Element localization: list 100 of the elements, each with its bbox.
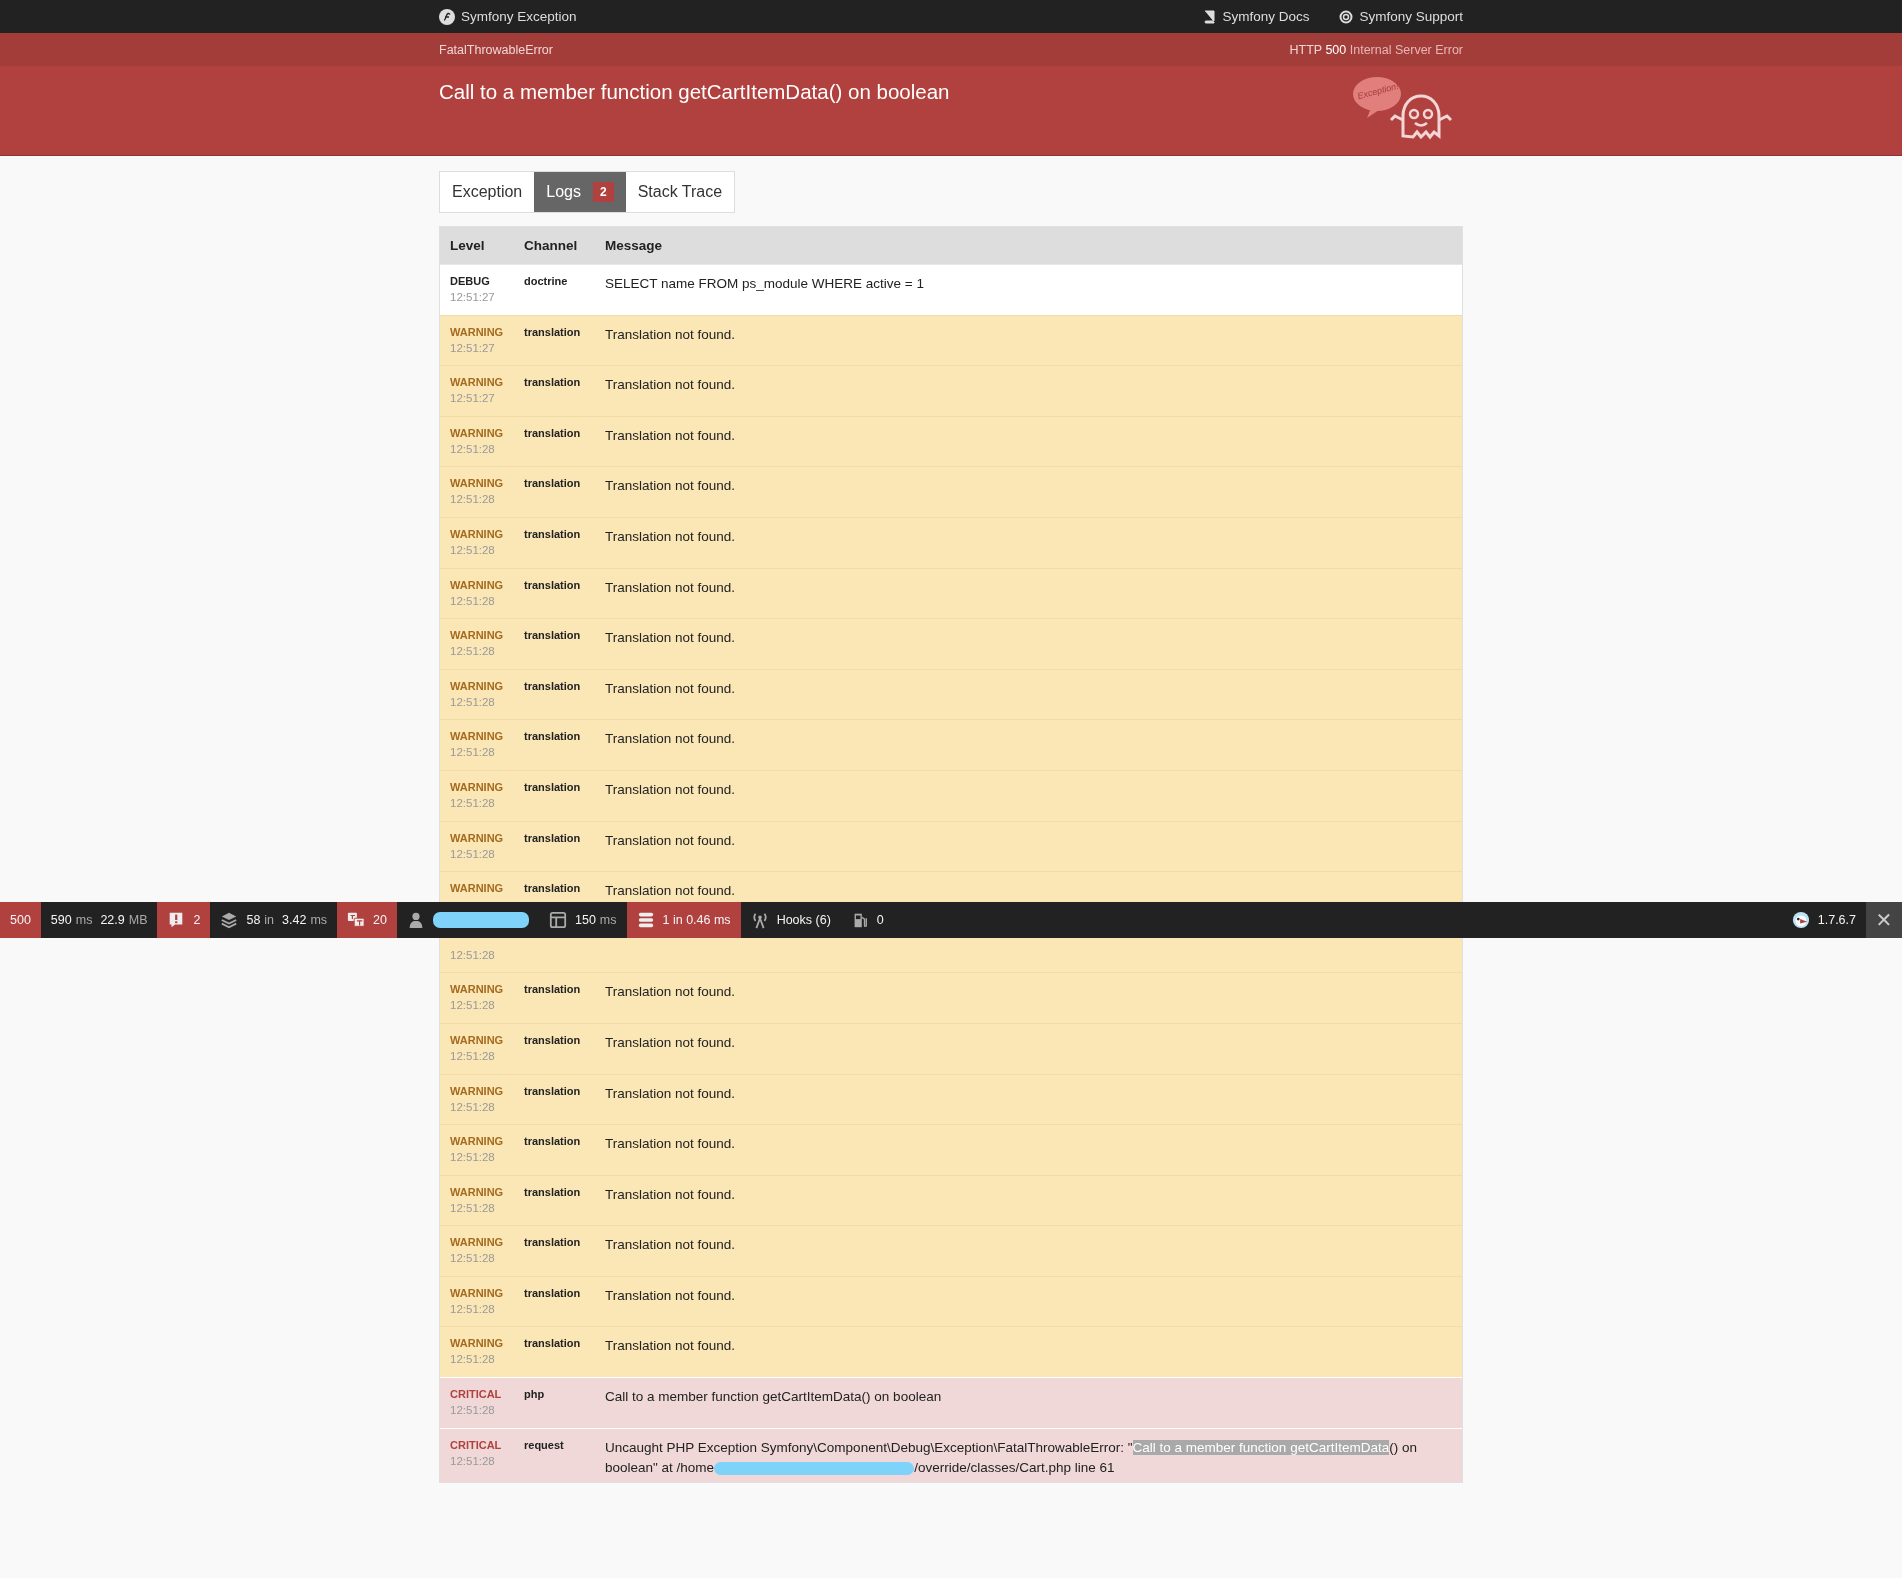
log-time: 12:51:27 bbox=[450, 341, 495, 354]
log-message: Translation not found. bbox=[605, 1135, 737, 1154]
count-badge: 2 bbox=[592, 182, 614, 202]
log-message: Translation not found. bbox=[605, 325, 737, 344]
log-channel: translation bbox=[524, 578, 581, 591]
log-time: 12:51:28 bbox=[450, 999, 495, 1012]
log-time: 12:51:28 bbox=[450, 746, 495, 759]
log-level: WARNING bbox=[450, 527, 504, 540]
log-time: 12:51:28 bbox=[450, 1404, 495, 1417]
log-level: WARNING bbox=[450, 1033, 504, 1046]
toolbar-value: 58 in bbox=[246, 913, 275, 927]
log-time: 12:51:28 bbox=[450, 1100, 495, 1113]
log-message: Translation not found. bbox=[605, 1033, 737, 1052]
log-message: Translation not found. bbox=[605, 1236, 737, 1255]
log-message: Translation not found. bbox=[605, 780, 737, 799]
log-message: Translation not found. bbox=[605, 730, 737, 749]
log-time: 12:51:28 bbox=[450, 442, 495, 455]
log-message: Translation not found. bbox=[605, 1084, 737, 1103]
log-level: WARNING bbox=[450, 1236, 504, 1249]
toolbar-item[interactable]: 0 bbox=[840, 902, 894, 938]
toolbar-item[interactable]: Hooks (6) bbox=[740, 902, 841, 938]
log-channel: translation bbox=[524, 629, 581, 642]
toolbar-value: 3.42 ms bbox=[282, 913, 328, 927]
user-icon bbox=[407, 911, 425, 929]
top-link[interactable]: Symfony Support bbox=[1339, 9, 1463, 24]
column-header: Channel bbox=[524, 238, 579, 253]
log-time: 12:51:28 bbox=[450, 645, 495, 658]
column-header: Message bbox=[605, 238, 664, 253]
log-level: WARNING bbox=[450, 578, 504, 591]
log-time: 12:51:28 bbox=[450, 1252, 495, 1265]
log-level: WARNING bbox=[450, 477, 504, 490]
toolbar-item[interactable]: 150 ms bbox=[539, 902, 627, 938]
log-channel: translation bbox=[524, 1084, 581, 1097]
close-button[interactable]: ✕ bbox=[1866, 902, 1902, 938]
log-time: 12:51:28 bbox=[450, 1454, 495, 1467]
translate-icon bbox=[347, 911, 366, 929]
log-channel: translation bbox=[524, 325, 581, 338]
log-level: WARNING bbox=[450, 780, 504, 793]
log-channel: translation bbox=[524, 527, 581, 540]
log-message: Translation not found. bbox=[605, 1286, 737, 1305]
log-message: Translation not found. bbox=[605, 527, 737, 546]
log-message: Translation not found. bbox=[605, 679, 737, 698]
log-channel: translation bbox=[524, 882, 581, 895]
log-time: 12:51:28 bbox=[450, 1201, 495, 1214]
log-level: WARNING bbox=[450, 376, 504, 389]
database-icon bbox=[636, 911, 655, 929]
toolbar-item[interactable]: 20 bbox=[337, 902, 397, 938]
log-channel: translation bbox=[524, 1337, 581, 1350]
symfony-logo-icon bbox=[439, 8, 455, 25]
log-time: 12:51:28 bbox=[450, 796, 495, 809]
app-title: Symfony Exception bbox=[461, 9, 577, 24]
log-time: 12:51:27 bbox=[450, 291, 495, 303]
column-header: Level bbox=[449, 238, 486, 253]
log-message: SELECT name FROM ps_module WHERE active = 1 bbox=[605, 275, 925, 293]
toolbar-value: 20 bbox=[373, 913, 387, 927]
log-time: 12:51:27 bbox=[450, 392, 495, 405]
log-channel: translation bbox=[524, 780, 581, 793]
toolbar-value: 590 ms bbox=[50, 913, 93, 927]
toolbar-value: 500 bbox=[10, 913, 31, 927]
version-number: 1.7.6.7 bbox=[1817, 913, 1856, 927]
toolbar-item[interactable]: 500 bbox=[0, 902, 41, 938]
log-message: Translation not found. bbox=[605, 983, 737, 1002]
version-item[interactable]: 1.7.6.7 bbox=[1781, 902, 1866, 938]
log-message: Uncaught PHP Exception Symfony\Component\Debug\Exception\FatalThrowableError: "Call to a member function getCartItemData() on boolean" at /home /override/classes/Cart.php line 61 bbox=[605, 1438, 1418, 1477]
log-channel: translation bbox=[524, 426, 581, 439]
log-level: WARNING bbox=[450, 730, 504, 743]
toolbar-item[interactable]: 1 in 0.46 ms bbox=[626, 902, 741, 938]
exception-message: Call to a member function getCartItemData() on boolean bbox=[439, 79, 950, 104]
layers-icon bbox=[220, 911, 239, 929]
log-level: WARNING bbox=[450, 1135, 504, 1148]
log-message: Translation not found. bbox=[605, 426, 737, 445]
exception-class: FatalThrowableError bbox=[439, 42, 553, 57]
tab[interactable]: Logs 2 bbox=[534, 172, 626, 212]
log-level: WARNING bbox=[450, 426, 504, 439]
log-channel: translation bbox=[524, 983, 581, 996]
top-link[interactable]: Symfony Docs bbox=[1202, 9, 1310, 24]
log-message: Translation not found. bbox=[605, 629, 737, 648]
toolbar-item[interactable]: 58 in 3.42 ms bbox=[210, 902, 338, 938]
log-level: DEBUG bbox=[450, 275, 490, 287]
log-channel: translation bbox=[524, 730, 581, 743]
toolbar-value: 1 in 0.46 ms bbox=[662, 913, 731, 927]
log-channel: php bbox=[524, 1388, 545, 1401]
log-message: Translation not found. bbox=[605, 376, 737, 395]
log-message: Call to a member function getCartItemData() on boolean bbox=[605, 1388, 943, 1407]
log-level: WARNING bbox=[450, 882, 504, 895]
log-channel: translation bbox=[524, 376, 581, 389]
log-time: 12:51:28 bbox=[450, 543, 495, 556]
log-level: CRITICAL bbox=[450, 1388, 502, 1401]
log-channel: translation bbox=[524, 1236, 581, 1249]
log-level: WARNING bbox=[450, 1084, 504, 1097]
log-level: WARNING bbox=[450, 1337, 504, 1350]
toolbar-value: 150 ms bbox=[575, 913, 617, 927]
toolbar-item[interactable]: 2 bbox=[157, 902, 211, 938]
toolbar-value: Hooks (6) bbox=[776, 913, 831, 927]
log-level: WARNING bbox=[450, 1286, 504, 1299]
log-level: CRITICAL bbox=[450, 1438, 502, 1451]
antenna-icon bbox=[750, 911, 769, 929]
log-channel: translation bbox=[524, 1185, 581, 1198]
toolbar-item[interactable]: 590 ms 22.9 MB bbox=[40, 902, 158, 938]
log-message: Translation not found. bbox=[605, 477, 737, 496]
